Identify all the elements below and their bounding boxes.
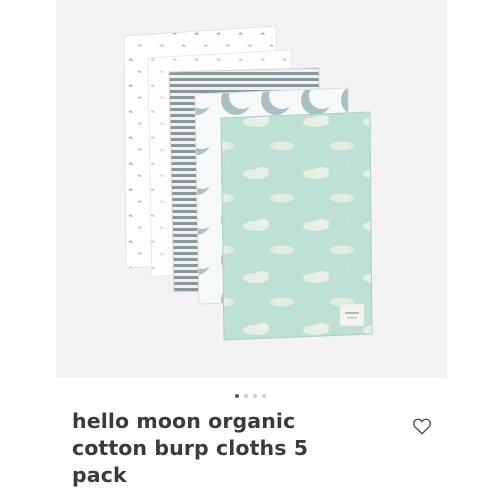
product-title: hello moon organic cotton burp cloths 5 … [72,409,309,487]
burp-cloth-mint-clouds [220,111,373,341]
wishlist-button[interactable] [409,414,435,438]
carousel-dot-3[interactable] [252,394,257,398]
carousel-dot-1[interactable] [234,394,239,398]
image-carousel-dots[interactable] [0,392,500,400]
carousel-dot-2[interactable] [243,394,248,398]
garment-label [339,303,365,327]
product-image[interactable] [56,0,447,378]
heart-outline-icon [413,418,431,435]
burp-cloths-illustration [123,25,373,341]
carousel-dot-4[interactable] [261,394,266,398]
